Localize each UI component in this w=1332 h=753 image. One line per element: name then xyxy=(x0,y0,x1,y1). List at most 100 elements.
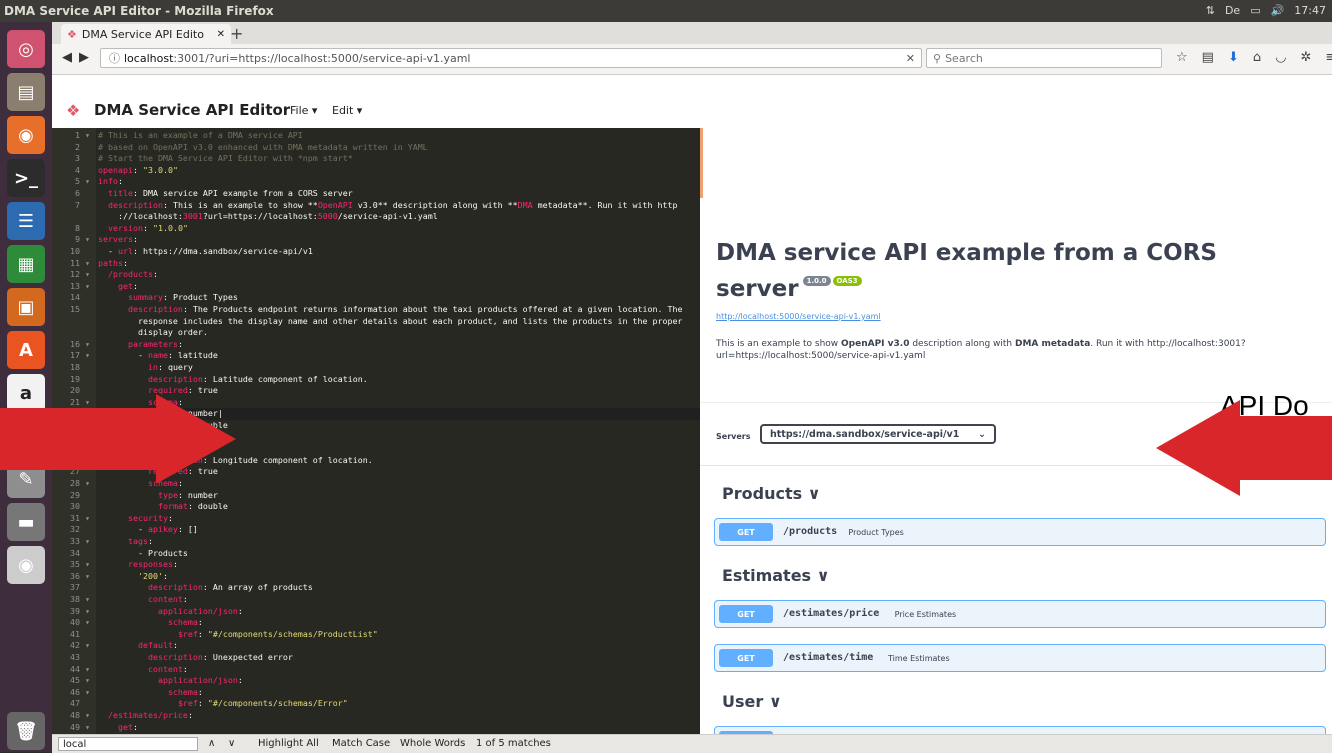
software-center-icon[interactable]: A xyxy=(7,331,45,369)
code-line[interactable]: 33 ▾ tags: xyxy=(52,536,700,548)
clear-url-icon[interactable]: ✕ xyxy=(906,52,915,65)
code-line[interactable]: 17 ▾ - name: latitude xyxy=(52,350,700,362)
operation-row[interactable]: GET/products Product Types xyxy=(714,518,1326,546)
code-line[interactable]: display order. xyxy=(52,327,700,339)
code-line[interactable]: 14 summary: Product Types xyxy=(52,292,700,304)
firefox-icon[interactable]: ◉ xyxy=(7,116,45,154)
operation-row[interactable]: GET/estimates/time Time Estimates xyxy=(714,644,1326,672)
forward-button[interactable]: ▶ xyxy=(79,50,89,65)
files-icon[interactable]: ▤ xyxy=(7,73,45,111)
pocket-icon[interactable]: ◡ xyxy=(1275,50,1286,65)
new-tab-button[interactable]: + xyxy=(230,24,243,43)
code-line[interactable]: ://localhost:3001?url=https://localhost:… xyxy=(52,211,700,223)
code-line[interactable]: 15 description: The Products endpoint re… xyxy=(52,304,700,316)
bookmark-star-icon[interactable]: ☆ xyxy=(1176,50,1188,65)
tag-header[interactable]: User ∨ xyxy=(722,692,782,711)
calc-icon[interactable]: ▦ xyxy=(7,245,45,283)
hamburger-menu-icon[interactable]: ≡ xyxy=(1325,50,1332,65)
search-input[interactable]: ⚲ Search xyxy=(926,48,1162,68)
code-line[interactable]: 7 description: This is an example to sho… xyxy=(52,200,700,212)
code-line[interactable]: 37 description: An array of products xyxy=(52,582,700,594)
code-line[interactable]: 29 type: number xyxy=(52,490,700,502)
code-line[interactable]: 49 ▾ get: xyxy=(52,722,700,734)
code-line[interactable]: 13 ▾ get: xyxy=(52,281,700,293)
disk-icon[interactable]: ▬ xyxy=(7,503,45,541)
info-icon[interactable]: ⓘ xyxy=(109,50,120,66)
spec-link[interactable]: http://localhost:5000/service-api-v1.yam… xyxy=(716,312,881,321)
code-line[interactable]: 19 description: Latitude component of lo… xyxy=(52,374,700,386)
line-number: 1 ▾ xyxy=(75,130,90,140)
home-icon[interactable]: ⌂ xyxy=(1253,50,1261,65)
code-line[interactable]: 45 ▾ application/json: xyxy=(52,675,700,687)
trash-icon[interactable]: 🗑 xyxy=(7,712,45,750)
code-line[interactable]: 11 ▾ paths: xyxy=(52,258,700,270)
battery-icon[interactable]: ▭ xyxy=(1250,4,1260,17)
code-line[interactable]: 36 ▾ '200': xyxy=(52,571,700,583)
code-line[interactable]: 10 - url: https://dma.sandbox/service-ap… xyxy=(52,246,700,258)
line-number: 3 xyxy=(75,153,90,164)
menu-file[interactable]: File ▾ xyxy=(290,104,317,117)
line-number: 16 ▾ xyxy=(70,338,90,349)
code-line[interactable]: 9 ▾ servers: xyxy=(52,234,700,246)
code-line[interactable]: 35 ▾ responses: xyxy=(52,559,700,571)
downloads-icon[interactable]: ⬇ xyxy=(1228,50,1239,65)
url-bar[interactable]: ⓘ localhost:3001/?uri=https://localhost:… xyxy=(100,48,922,68)
code-line[interactable]: 42 ▾ default: xyxy=(52,640,700,652)
code-line[interactable]: 41 $ref: "#/components/schemas/ProductLi… xyxy=(52,629,700,641)
network-icon[interactable]: ⇅ xyxy=(1206,4,1215,17)
code-line[interactable]: 18 in: query xyxy=(52,362,700,374)
code-line[interactable]: 5 ▾ info: xyxy=(52,176,700,188)
code-token: - Products xyxy=(98,547,188,558)
code-line[interactable]: 6 title: DMA service API example from a … xyxy=(52,188,700,200)
code-line[interactable]: 38 ▾ content: xyxy=(52,594,700,606)
ubuntu-dash-icon[interactable]: ◎ xyxy=(7,30,45,68)
match-case-toggle[interactable]: Match Case xyxy=(332,738,390,749)
code-line[interactable]: 16 ▾ parameters: xyxy=(52,339,700,351)
code-line[interactable]: 48 ▾ /estimates/price: xyxy=(52,710,700,722)
code-token: - xyxy=(98,524,148,535)
clock[interactable]: 17:47 xyxy=(1294,4,1326,17)
code-line[interactable]: 1 ▾ # This is an example of a DMA service… xyxy=(52,130,700,142)
code-line[interactable]: 12 ▾ /products: xyxy=(52,269,700,281)
code-line[interactable]: 3 # Start the DMA Service API Editor wit… xyxy=(52,153,700,165)
code-line[interactable]: response includes the display name and o… xyxy=(52,316,700,328)
impress-icon[interactable]: ▣ xyxy=(7,288,45,326)
tab-dma-editor[interactable]: ❖ DMA Service API Edito ✕ xyxy=(61,24,231,44)
tag-header[interactable]: Products ∨ xyxy=(722,484,821,503)
url-path: :3001/?uri=https://localhost:5000/servic… xyxy=(173,51,471,65)
whole-words-toggle[interactable]: Whole Words xyxy=(400,738,465,749)
servers-select[interactable]: https://dma.sandbox/service-api/v1 ⌄ xyxy=(760,424,996,444)
operation-row[interactable]: GET/estimates/price Price Estimates xyxy=(714,600,1326,628)
terminal-icon[interactable]: >_ xyxy=(7,159,45,197)
code-line[interactable]: 32 - apikey: [] xyxy=(52,524,700,536)
code-line[interactable]: 40 ▾ schema: xyxy=(52,617,700,629)
operation-row[interactable]: GET/meUser Profile xyxy=(714,726,1326,734)
extension-icon[interactable]: ✲ xyxy=(1300,50,1311,65)
code-line[interactable]: 46 ▾ schema: xyxy=(52,687,700,699)
dvd-icon[interactable]: ◉ xyxy=(7,546,45,584)
code-line[interactable]: 8 version: "1.0.0" xyxy=(52,223,700,235)
highlight-all-toggle[interactable]: Highlight All xyxy=(258,738,319,749)
code-line[interactable]: 39 ▾ application/json: xyxy=(52,606,700,618)
code-line[interactable]: 47 $ref: "#/components/schemas/Error" xyxy=(52,698,700,710)
find-input[interactable]: local xyxy=(58,737,198,751)
code-line[interactable]: 2 # based on OpenAPI v3.0 enhanced with … xyxy=(52,142,700,154)
volume-icon[interactable]: 🔊 xyxy=(1271,4,1285,17)
code-line[interactable]: 44 ▾ content: xyxy=(52,664,700,676)
tag-header[interactable]: Estimates ∨ xyxy=(722,566,830,585)
menu-edit[interactable]: Edit ▾ xyxy=(332,104,362,117)
code-line[interactable]: 34 - Products xyxy=(52,548,700,560)
reading-list-icon[interactable]: ▤ xyxy=(1202,50,1214,65)
find-previous-button[interactable]: ∧ xyxy=(208,738,215,749)
keyboard-layout-indicator[interactable]: De xyxy=(1225,4,1240,17)
writer-icon[interactable]: ☰ xyxy=(7,202,45,240)
code-line[interactable]: 4 openapi: "3.0.0" xyxy=(52,165,700,177)
back-button[interactable]: ◀ xyxy=(62,50,72,65)
close-tab-icon[interactable]: ✕ xyxy=(217,29,225,40)
code-token: tags xyxy=(127,536,148,546)
find-next-button[interactable]: ∨ xyxy=(228,738,235,749)
code-line[interactable]: 31 ▾ security: xyxy=(52,513,700,525)
code-line[interactable]: 43 description: Unexpected error xyxy=(52,652,700,664)
code-line[interactable]: 30 format: double xyxy=(52,501,700,513)
system-tray[interactable]: ⇅ De ▭ 🔊 17:47 xyxy=(1206,4,1326,17)
